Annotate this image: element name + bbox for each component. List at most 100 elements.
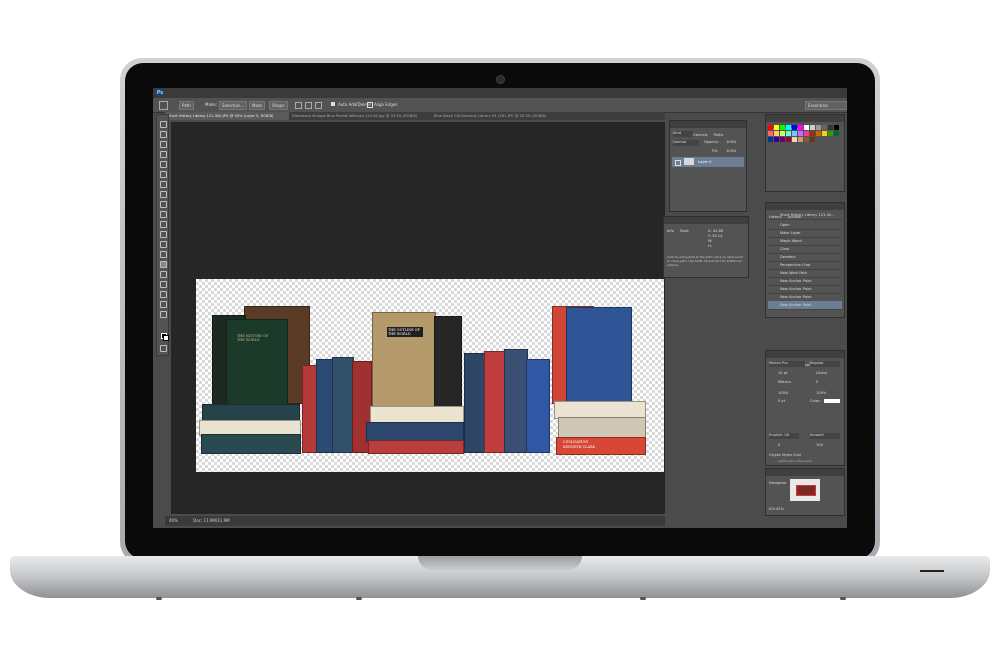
text-color-swatch[interactable] [824, 399, 840, 403]
color-swatch[interactable] [774, 131, 779, 136]
magic-wand-tool-icon[interactable] [160, 151, 167, 158]
color-swatch[interactable] [768, 137, 773, 142]
eraser-tool-icon[interactable] [160, 221, 167, 228]
brush-tool-icon[interactable] [160, 191, 167, 198]
color-swatch[interactable] [780, 125, 785, 130]
path-arrange-icon[interactable] [315, 102, 322, 109]
color-swatch[interactable] [798, 131, 803, 136]
color-swatch[interactable] [798, 125, 803, 130]
path-ops-icon[interactable] [295, 102, 302, 109]
make-mask-button[interactable]: Mask [249, 101, 266, 110]
document-canvas[interactable]: THE HISTORY OF THE WORLD THE OUTLINE OF … [196, 279, 664, 472]
navigator-zoom[interactable]: 100.42% [768, 507, 784, 511]
color-swatch[interactable] [792, 137, 797, 142]
path-selection-tool-icon[interactable] [160, 281, 167, 288]
color-swatch[interactable] [786, 137, 791, 142]
navigator-preview[interactable] [790, 479, 820, 501]
color-swatch[interactable] [768, 131, 773, 136]
font-family-select[interactable]: Minion Pro [769, 361, 805, 367]
navigator-view-box[interactable] [796, 485, 816, 496]
baseline-shift-value[interactable]: 0 pt [778, 399, 785, 403]
color-swatch[interactable] [816, 131, 821, 136]
color-swatch[interactable] [786, 125, 791, 130]
anti-alias-select[interactable]: Smooth [810, 433, 840, 439]
path-align-icon[interactable] [305, 102, 312, 109]
color-swatch[interactable] [828, 125, 833, 130]
language-select[interactable]: English: UK [769, 433, 799, 439]
pen-tool-icon[interactable] [160, 261, 167, 268]
color-swatch[interactable] [828, 131, 833, 136]
color-swatch[interactable] [774, 125, 779, 130]
swatch-grid[interactable] [768, 125, 842, 155]
align-edges-checkbox[interactable] [367, 102, 373, 108]
auto-add-delete-checkbox[interactable] [331, 102, 335, 106]
healing-tool-icon[interactable] [160, 181, 167, 188]
font-size-value[interactable]: 10 pt [778, 371, 787, 375]
move-tool-icon[interactable] [160, 121, 167, 128]
extra-value-1[interactable]: 0 [778, 443, 780, 447]
dodge-tool-icon[interactable] [160, 251, 167, 258]
crop-tool-icon[interactable] [160, 161, 167, 168]
color-swatch[interactable] [804, 137, 809, 142]
kerning-value[interactable]: Metrics [778, 380, 791, 384]
color-swatch[interactable] [804, 125, 809, 130]
tracking-value[interactable]: 0 [816, 380, 818, 384]
tab-document-3[interactable]: Blue Black Gilt Kennedy Library 59 1251.… [431, 112, 567, 120]
color-swatch[interactable] [792, 125, 797, 130]
opacity-value[interactable]: 100% [726, 140, 736, 144]
history-brush-tool-icon[interactable] [160, 211, 167, 218]
layer-name[interactable]: Layer 0 [698, 158, 711, 166]
tab-tools[interactable]: Tools [677, 229, 692, 233]
tab-char[interactable]: Char [793, 453, 801, 457]
color-swatch[interactable] [780, 137, 785, 142]
zoom-level[interactable]: 40% [165, 518, 178, 523]
color-swatch[interactable] [834, 125, 839, 130]
tab-glyphs[interactable]: Glyphs [769, 453, 781, 457]
hand-tool-icon[interactable] [160, 301, 167, 308]
stamp-tool-icon[interactable] [160, 201, 167, 208]
color-swatch[interactable] [822, 125, 827, 130]
color-swatch[interactable] [816, 125, 821, 130]
eyedropper-tool-icon[interactable] [160, 171, 167, 178]
blend-mode-select[interactable]: Normal [673, 140, 699, 146]
make-selection-button[interactable]: Selection... [219, 101, 248, 110]
history-snapshot[interactable]: Short History Library 121-40... [768, 211, 842, 220]
eye-icon[interactable] [675, 160, 681, 166]
make-shape-button[interactable]: Shape [269, 101, 288, 110]
marquee-tool-icon[interactable] [160, 131, 167, 138]
type-tool-icon[interactable] [160, 271, 167, 278]
layer-kind-filter[interactable]: Kind [673, 131, 693, 137]
lasso-tool-icon[interactable] [160, 141, 167, 148]
tab-paths[interactable]: Paths [711, 133, 727, 137]
tab-styles[interactable]: Styles [782, 453, 792, 457]
fill-value[interactable]: 100% [726, 149, 736, 153]
leading-value[interactable]: (Auto) [816, 371, 827, 375]
zoom-tool-icon[interactable] [160, 311, 167, 318]
blur-tool-icon[interactable] [160, 241, 167, 248]
vertical-scale-value[interactable]: 100% [778, 391, 788, 395]
color-swatch[interactable] [810, 137, 815, 142]
color-swatch[interactable] [768, 125, 773, 130]
extra-value-2[interactable]: 100 [816, 443, 823, 447]
canvas-area[interactable]: THE HISTORY OF THE WORLD THE OUTLINE OF … [171, 122, 665, 514]
shape-tool-icon[interactable] [160, 291, 167, 298]
color-swatch[interactable] [798, 137, 803, 142]
color-swatch[interactable] [834, 131, 839, 136]
layer-row[interactable]: Layer 0 [672, 157, 744, 167]
color-swatch[interactable] [774, 137, 779, 142]
workspace-select[interactable]: Essentials [805, 101, 847, 110]
background-color-swatch[interactable] [163, 335, 169, 341]
color-swatch[interactable] [822, 131, 827, 136]
font-style-select[interactable]: Regular [810, 361, 840, 367]
quick-mask-icon[interactable] [160, 345, 167, 352]
color-swatch[interactable] [810, 131, 815, 136]
tab-document-1[interactable]: Short History Library 121-400.JPG @ 40% … [165, 112, 289, 120]
color-swatch[interactable] [810, 125, 815, 130]
tab-info[interactable]: Info [664, 229, 677, 233]
pen-tool-icon[interactable] [159, 101, 168, 110]
color-swatch[interactable] [780, 131, 785, 136]
color-swatch[interactable] [792, 131, 797, 136]
color-swatch[interactable] [804, 131, 809, 136]
tab-document-2[interactable]: Distressed Vintage Blue Pocket Williams … [289, 112, 430, 120]
tab-navigator[interactable]: Navigator [766, 481, 790, 485]
